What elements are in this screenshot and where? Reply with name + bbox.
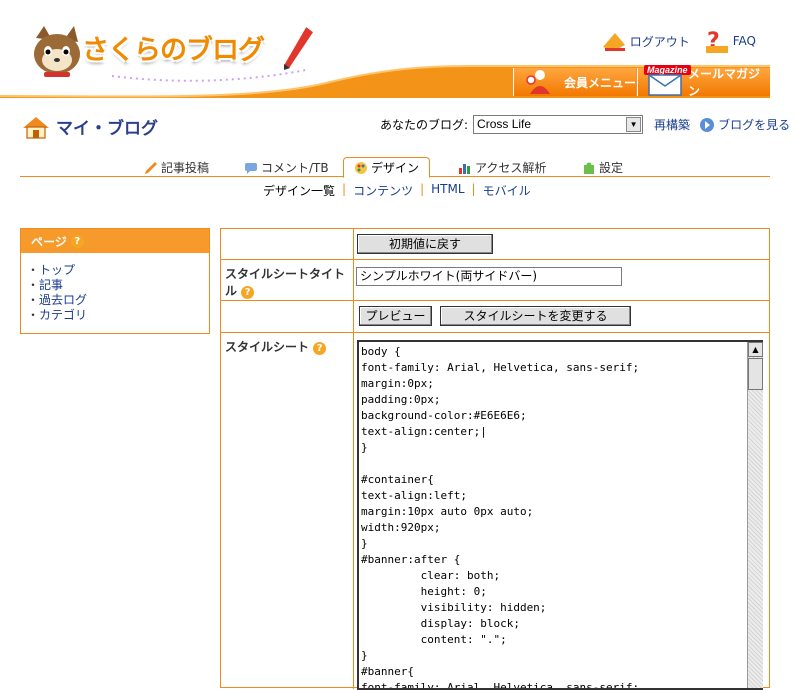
arrow-right-circle-icon (700, 117, 715, 132)
preview-button[interactable]: プレビュー (359, 306, 432, 326)
scroll-thumb[interactable] (748, 358, 763, 390)
stylesheet-label-cell: スタイルシート ? (221, 333, 354, 689)
help-icon[interactable]: ? (70, 234, 84, 248)
tab-comment-label: コメント/TB (261, 161, 329, 175)
tab-analytics[interactable]: アクセス解析 (458, 159, 546, 176)
top-links: ログアウト ? FAQ (601, 28, 756, 54)
member-menu-button[interactable]: 会員メニュー (513, 68, 636, 96)
stylesheet-code: body { font-family: Arial, Helvetica, sa… (361, 345, 640, 690)
sidebar-list: トップ 記事 過去ログ カテゴリ (21, 263, 209, 323)
sidebar-item-category[interactable]: カテゴリ (27, 308, 209, 323)
cat-mascot-icon (34, 26, 80, 77)
sidebar-item-top[interactable]: トップ (27, 263, 209, 278)
member-icon (526, 70, 550, 94)
subnav-design-list[interactable]: デザイン一覧 (263, 182, 335, 199)
logout-icon (602, 33, 625, 51)
puzzle-icon (584, 162, 594, 174)
stylesheet-textarea[interactable]: body { font-family: Arial, Helvetica, sa… (357, 340, 763, 690)
faq-link[interactable]: ? FAQ (704, 28, 756, 54)
chevron-down-icon[interactable]: ▼ (626, 117, 642, 132)
palette-icon (355, 161, 367, 174)
house-icon (23, 116, 49, 139)
your-blog-label: あなたのブログ: (380, 118, 469, 132)
subnav-contents[interactable]: コンテンツ (353, 182, 413, 199)
faq-icon: ? (705, 29, 728, 54)
action-label-cell (221, 301, 354, 332)
blog-select-row: あなたのブログ: Cross Life ▼ 再構築 ブログを見る (380, 115, 790, 134)
tab-settings-label: 設定 (599, 161, 624, 175)
sidebar-item-archive[interactable]: 過去ログ (27, 293, 209, 308)
rebuild-link[interactable]: 再構築 (654, 116, 690, 133)
tab-comment[interactable]: コメント/TB (244, 159, 329, 176)
logo-dots (111, 69, 307, 82)
subnav-separator: | (420, 182, 425, 196)
tab-post-label: 記事投稿 (161, 161, 210, 175)
main-tabs: 記事投稿 コメント/TB デザイン アクセス解析 設定 (20, 157, 770, 178)
page-sidebar: ページ ? トップ 記事 過去ログ カテゴリ (20, 228, 210, 334)
design-subnav: デザイン一覧 | コンテンツ | HTML | モバイル (263, 182, 531, 199)
action-row: プレビュー スタイルシートを変更する (221, 301, 769, 333)
subnav-html[interactable]: HTML (431, 182, 464, 199)
member-menu-label: 会員メニュー (564, 75, 637, 90)
logo-text: さくらのブログ (82, 35, 265, 66)
tab-analytics-label: アクセス解析 (475, 161, 547, 175)
title-label-cell: スタイルシートタイトル ? (221, 260, 354, 300)
logout-link[interactable]: ログアウト (601, 28, 690, 54)
faq-label: FAQ (732, 34, 756, 48)
site-header: さくらのブログ ログアウト ? FAQ 会員メニュー Magazine メールマ… (0, 0, 796, 100)
pencil-icon (145, 161, 157, 174)
title-row: スタイルシートタイトル ? シンプルホワイト(両サイドバー) (221, 260, 769, 301)
stylesheet-form: 初期値に戻す スタイルシートタイトル ? シンプルホワイト(両サイドバー) プレ… (220, 228, 770, 690)
change-stylesheet-button[interactable]: スタイルシートを変更する (440, 306, 631, 326)
envelope-icon (648, 74, 682, 96)
reset-button[interactable]: 初期値に戻す (357, 234, 493, 254)
sidebar-item-article[interactable]: 記事 (27, 278, 209, 293)
stylesheet-title-input[interactable]: シンプルホワイト(両サイドバー) (356, 267, 622, 286)
blog-select-value: Cross Life (477, 117, 532, 131)
help-icon[interactable]: ? (313, 342, 327, 355)
view-blog-label: ブログを見る (718, 118, 791, 132)
comment-icon (245, 162, 257, 174)
logout-label: ログアウト (629, 34, 690, 49)
reset-label-cell (221, 229, 354, 259)
site-logo[interactable]: さくらのブログ (30, 22, 320, 82)
help-icon[interactable]: ? (241, 286, 255, 299)
stylesheet-label: スタイルシート (225, 340, 310, 354)
tab-design-label: デザイン (371, 161, 420, 175)
page-title: マイ・ブログ (56, 119, 158, 139)
blog-select[interactable]: Cross Life ▼ (473, 115, 644, 134)
vertical-scrollbar[interactable]: ▲ (747, 342, 763, 688)
reset-row: 初期値に戻す (221, 229, 769, 260)
subnav-mobile[interactable]: モバイル (483, 182, 531, 199)
scroll-up-icon[interactable]: ▲ (748, 342, 763, 357)
tab-design[interactable]: デザイン (343, 157, 431, 178)
subnav-separator: | (471, 182, 476, 196)
subnav-separator: | (342, 182, 347, 196)
tab-settings[interactable]: 設定 (582, 159, 623, 176)
tab-post[interactable]: 記事投稿 (144, 159, 209, 176)
bar-chart-icon (459, 163, 470, 174)
sidebar-title: ページ (31, 234, 67, 249)
mail-magazine-label: メールマガジン (688, 67, 761, 98)
sidebar-header: ページ ? (21, 229, 209, 253)
view-blog-link[interactable]: ブログを見る (699, 116, 790, 133)
mail-magazine-button[interactable]: Magazine メールマガジン (637, 65, 770, 98)
my-blog-heading: マイ・ブログ (22, 114, 158, 139)
